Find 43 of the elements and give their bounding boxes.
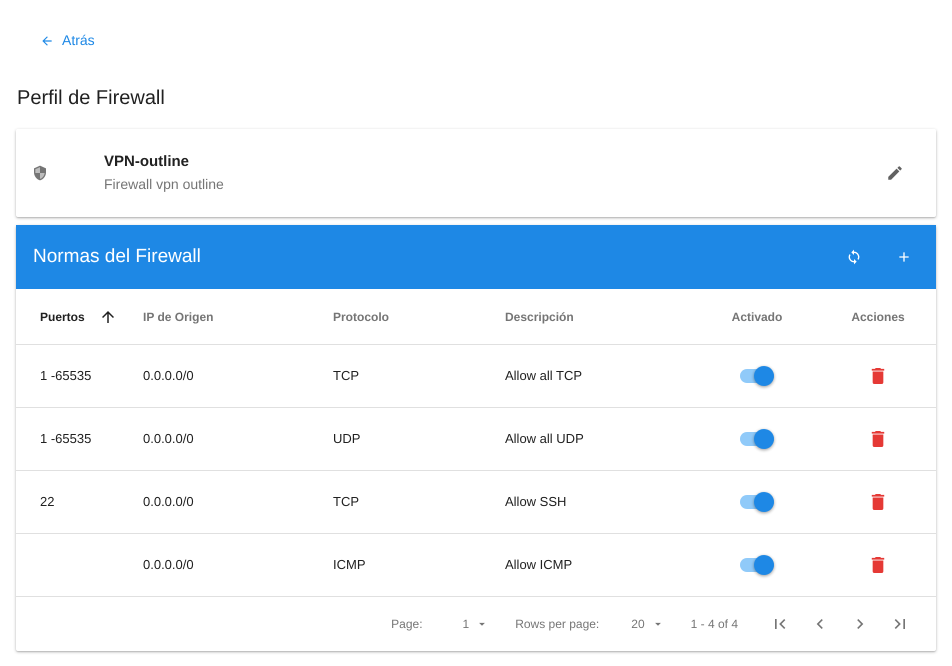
trash-icon [871, 557, 885, 573]
trash-icon [871, 494, 885, 510]
table-cell-text: Allow ICMP [505, 556, 572, 574]
rows-per-page-select[interactable]: 20 [631, 615, 665, 633]
table-cell-text: 0.0.0.0/0 [143, 493, 194, 512]
table-cell-text: 22 [40, 493, 54, 512]
table-cell-text: 1 -65535 [40, 430, 92, 448]
panel-title: Normas del Firewall [33, 244, 202, 269]
refresh-icon [846, 249, 862, 265]
column-header[interactable]: Activado [732, 308, 782, 326]
table-cell-text: Allow all TCP [505, 367, 582, 386]
back-link[interactable]: Atrás [40, 24, 95, 57]
table-cell-text: UDP [333, 430, 360, 448]
profile-description: Firewall vpn outline [104, 174, 225, 194]
table-cell-text: ICMP [333, 556, 366, 574]
page-title: Perfil de Firewall [17, 86, 166, 111]
page-label: Page: [391, 616, 423, 633]
table-cell-text: TCP [333, 493, 359, 512]
profile-name: VPN-outline [104, 152, 190, 172]
trash-icon [871, 368, 885, 384]
toggle-switch[interactable] [740, 432, 774, 446]
table-cell-text: 1 -65535 [40, 367, 92, 386]
rows-per-page-label: Rows per page: [515, 616, 600, 633]
toggle-switch[interactable] [740, 558, 774, 572]
column-header[interactable]: Puertos [40, 308, 85, 326]
pencil-icon [886, 164, 904, 182]
table-cell-text: 0.0.0.0/0 [143, 556, 194, 574]
column-header[interactable]: Descripción [505, 308, 574, 326]
trash-icon [871, 431, 885, 447]
table-cell-text: 0.0.0.0/0 [143, 367, 194, 386]
column-header[interactable]: IP de Origen [143, 308, 214, 326]
table-cell-text: Allow all UDP [505, 430, 584, 448]
column-header[interactable]: Acciones [851, 308, 905, 326]
page-range: 1 - 4 of 4 [690, 616, 738, 633]
toggle-switch[interactable] [740, 495, 774, 509]
table-cell-text: 0.0.0.0/0 [143, 430, 194, 448]
table-cell-text: TCP [333, 367, 359, 386]
table-cell-text: Allow SSH [505, 493, 566, 512]
shield-icon [32, 165, 48, 181]
back-arrow-icon [40, 34, 54, 48]
column-header[interactable]: Protocolo [333, 308, 389, 326]
page-select[interactable]: 1 [462, 615, 490, 633]
toggle-switch[interactable] [740, 369, 774, 383]
